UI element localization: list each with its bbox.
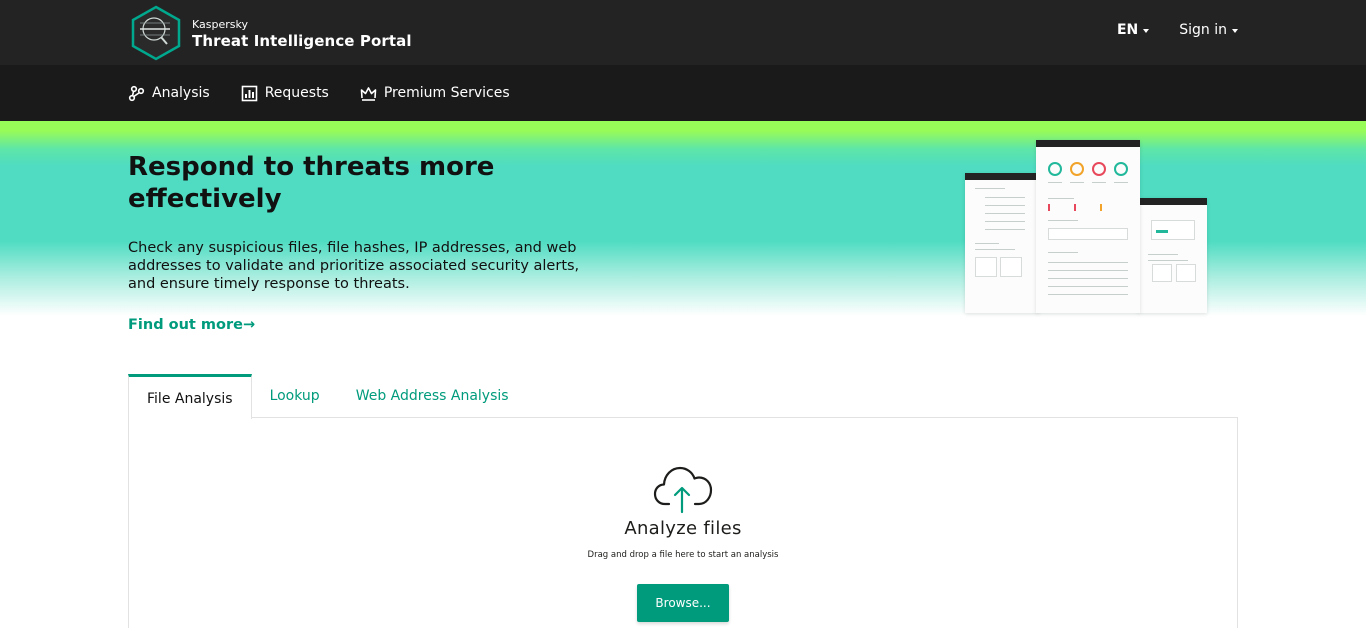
tab-file-analysis[interactable]: File Analysis	[128, 374, 252, 419]
illustration-panel-right	[1138, 198, 1207, 313]
logo[interactable]: Kaspersky Threat Intelligence Portal	[130, 5, 412, 61]
sign-in-label: Sign in	[1179, 22, 1227, 38]
chevron-down-icon	[1143, 28, 1150, 33]
nav-item-label: Analysis	[152, 85, 210, 101]
illustration-panel-left	[965, 173, 1039, 313]
chevron-down-icon	[1232, 28, 1238, 33]
language-selector[interactable]: EN	[1116, 22, 1150, 38]
dashboard-illustration	[960, 138, 1210, 313]
analyze-files-title: Analyze files	[624, 518, 742, 539]
hero-description: Check any suspicious files, file hashes,…	[128, 240, 580, 292]
kaspersky-hex-logo-icon	[131, 5, 181, 61]
logo-product-text: Threat Intelligence Portal	[192, 32, 412, 50]
language-label: EN	[1116, 22, 1139, 38]
nav-item-requests[interactable]: Requests	[241, 85, 329, 102]
hero-title: Respond to threats more effectively	[128, 152, 495, 214]
illustration-panel-center	[1036, 140, 1140, 313]
analysis-nodes-icon	[128, 85, 145, 101]
logo-brand-text: Kaspersky	[192, 18, 248, 31]
arrow-right-icon: →	[242, 317, 256, 333]
nav-item-premium-services[interactable]: Premium Services	[360, 85, 510, 102]
file-upload-dropzone[interactable]: Analyze files Drag and drop a file here …	[128, 417, 1238, 628]
find-out-more-label: Find out more	[128, 317, 243, 333]
main-nav-bar: Analysis Requests Premium Services	[0, 65, 1366, 121]
find-out-more-link[interactable]: Find out more→	[128, 317, 255, 333]
browse-button[interactable]: Browse...	[637, 584, 729, 622]
analysis-tabs: File Analysis Lookup Web Address Analysi…	[128, 374, 527, 419]
top-header: Kaspersky Threat Intelligence Portal EN …	[0, 0, 1366, 65]
sign-in-menu[interactable]: Sign in	[1179, 22, 1238, 38]
tab-lookup[interactable]: Lookup	[252, 374, 338, 418]
bar-chart-icon	[241, 85, 257, 101]
crown-icon	[360, 86, 377, 101]
nav-item-analysis[interactable]: Analysis	[128, 85, 210, 102]
cloud-upload-icon	[653, 466, 713, 514]
tab-web-address-analysis[interactable]: Web Address Analysis	[338, 374, 527, 418]
nav-item-label: Premium Services	[383, 85, 510, 101]
nav-item-label: Requests	[264, 85, 329, 101]
drag-drop-hint: Drag and drop a file here to start an an…	[587, 550, 779, 560]
